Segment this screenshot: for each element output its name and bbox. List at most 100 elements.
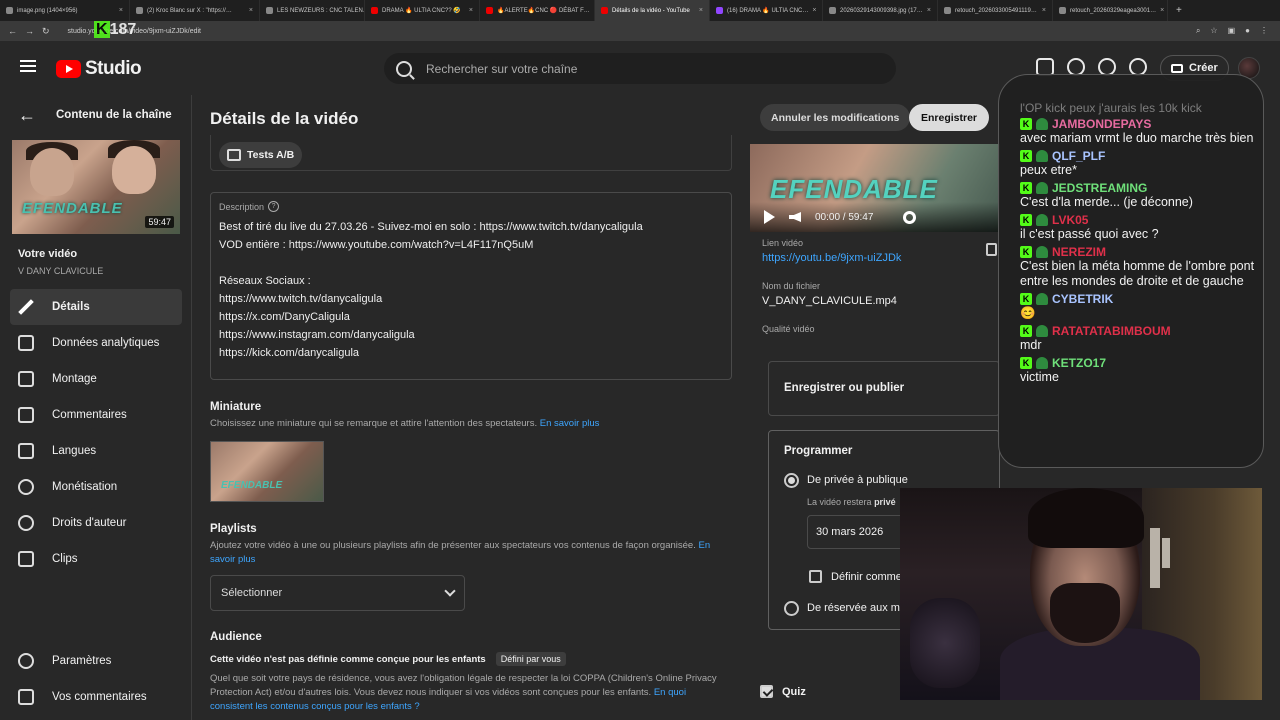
new-tab-icon[interactable]: + xyxy=(1168,5,1190,16)
volume-icon[interactable] xyxy=(789,212,801,222)
browser-tab[interactable]: LES NEWZEURS : CNC TALEN…× xyxy=(260,0,365,21)
audience-status: Cette vidéo n'est pas définie comme conç… xyxy=(210,653,486,665)
sidebar-item-dollar[interactable]: Monétisation xyxy=(10,469,182,505)
browser-tab[interactable]: retouch_2026033005491119… × xyxy=(938,0,1053,21)
subscriber-badge-icon xyxy=(1036,324,1048,337)
playlists-section-sub: Ajoutez votre vidéo à une ou plusieurs p… xyxy=(210,539,730,567)
sidebar-item-editor[interactable]: Montage xyxy=(10,361,182,397)
close-tab-icon[interactable]: × xyxy=(699,7,703,14)
menu-icon[interactable]: ⋮ xyxy=(1260,26,1268,36)
playlist-dropdown[interactable]: Sélectionner xyxy=(210,575,465,611)
browser-tab[interactable]: Détails de la vidéo - YouTube × xyxy=(595,0,710,21)
kick-badge-icon: K xyxy=(1020,324,1032,337)
create-label: Créer xyxy=(1189,62,1218,74)
close-tab-icon[interactable]: × xyxy=(119,7,123,14)
reload-icon[interactable]: ↻ xyxy=(42,26,50,37)
browser-tab[interactable]: retouch_20260329eagea3001… × xyxy=(1053,0,1168,21)
youtube-play-icon xyxy=(56,60,81,78)
back-to-channel-content[interactable]: ← Contenu de la chaîne xyxy=(18,105,172,125)
kick-badge-icon: K xyxy=(1020,356,1032,369)
sidebar-item-scissors[interactable]: Clips xyxy=(10,541,182,577)
yt-favicon-icon xyxy=(601,7,608,14)
quiz-option[interactable]: Quiz xyxy=(760,685,806,698)
player-settings-icon[interactable] xyxy=(903,210,917,224)
close-tab-icon[interactable]: × xyxy=(469,7,473,14)
chat-text: 😊 xyxy=(1020,306,1036,320)
browser-tab[interactable]: 20260329143009398.jpg (17… × xyxy=(823,0,938,21)
browser-tab[interactable]: 🔥ALERTE🔥CNC 🔴 DÉBAT F…× xyxy=(480,0,595,21)
quiz-label: Quiz xyxy=(782,685,806,698)
quiz-checkbox[interactable] xyxy=(760,685,773,698)
bookmark-star-icon[interactable]: ☆ xyxy=(1210,26,1217,36)
thumbnail-option[interactable]: EFENDABLE xyxy=(210,441,324,502)
description-field[interactable]: Description ? Best of tiré du live du 27… xyxy=(210,192,732,380)
sidebar: ← Contenu de la chaîne EFENDABLE 59:47 V… xyxy=(0,95,192,720)
video-thumbnail[interactable]: EFENDABLE 59:47 xyxy=(12,140,180,234)
close-tab-icon[interactable]: × xyxy=(1042,7,1046,14)
arrow-left-icon: ← xyxy=(18,105,36,125)
sidebar-item-feedback[interactable]: Vos commentaires xyxy=(10,679,182,715)
forward-icon[interactable]: → xyxy=(25,26,34,37)
description-text[interactable]: Best of tiré du live du 27.03.26 - Suive… xyxy=(219,218,723,362)
zoom-icon[interactable]: ⌕ xyxy=(1196,26,1200,36)
private-to-public-radio[interactable] xyxy=(784,473,799,488)
dollar-icon xyxy=(18,479,34,495)
video-link[interactable]: https://youtu.be/9jxm-uiZJDk xyxy=(762,252,901,264)
search-input[interactable] xyxy=(426,61,866,76)
browser-tab[interactable]: (2) Kroc Blanc sur X : "https://… × xyxy=(130,0,260,21)
hamburger-menu-icon[interactable] xyxy=(20,60,36,72)
close-tab-icon[interactable]: × xyxy=(812,7,816,14)
browser-nav-buttons: ← → ↻ xyxy=(0,26,50,37)
profile-icon[interactable]: ● xyxy=(1245,26,1250,36)
kick-watermark: K 187 xyxy=(94,21,137,38)
sidebar-item-subtitles[interactable]: Langues xyxy=(10,433,182,469)
close-tab-icon[interactable]: × xyxy=(249,7,253,14)
browser-tab[interactable]: (16) DRAMA 🔥 ULTIA CNC… × xyxy=(710,0,823,21)
sidebar-item-analytics[interactable]: Données analytiques xyxy=(10,325,182,361)
members-only-radio[interactable] xyxy=(784,601,799,616)
schedule-title: Programmer xyxy=(784,445,853,457)
ab-test-section: Tests A/B xyxy=(210,135,732,171)
video-preview-player[interactable]: EFENDABLE 00:00 / 59:47 xyxy=(750,144,1000,232)
kick-badge-icon: K xyxy=(1020,181,1032,194)
chat-user-row: K JEDSTREAMING xyxy=(1020,180,1260,195)
sidebar-item-copyright[interactable]: Droits d'auteur xyxy=(10,505,182,541)
editor-icon xyxy=(18,371,34,387)
save-or-publish-option[interactable]: Enregistrer ou publier xyxy=(768,361,1000,416)
premiere-checkbox[interactable] xyxy=(809,570,822,583)
close-tab-icon[interactable]: × xyxy=(1160,7,1164,14)
browser-tab[interactable]: image.png (1404×956) × xyxy=(0,0,130,21)
description-line: https://kick.com/danycaligula xyxy=(219,347,360,359)
help-icon[interactable]: ? xyxy=(268,201,280,212)
members-only-label: De réservée aux me xyxy=(807,602,907,614)
extensions-icon[interactable]: ▣ xyxy=(1228,26,1236,36)
learn-more-link[interactable]: En savoir plus xyxy=(540,418,600,429)
sidebar-item-pencil[interactable]: Détails xyxy=(10,289,182,325)
chat-message: K JAMBONDEPAYS avec mariam vrmt le duo mar… xyxy=(1020,116,1260,146)
channel-search[interactable] xyxy=(384,53,896,84)
back-icon[interactable]: ← xyxy=(8,26,17,37)
audience-status-row: Cette vidéo n'est pas définie comme conç… xyxy=(210,652,566,666)
premiere-label: Définir comme xyxy=(831,571,902,583)
copy-icon[interactable] xyxy=(986,243,997,256)
sidebar-item-gear[interactable]: Paramètres xyxy=(10,643,182,679)
image-favicon-icon xyxy=(829,7,836,14)
save-button[interactable]: Enregistrer xyxy=(909,104,990,131)
sidebar-bottom-nav: Paramètres Vos commentaires xyxy=(10,643,182,715)
chat-user-row: K QLF_PLF xyxy=(1020,148,1260,163)
tab-title: (2) Kroc Blanc sur X : "https://… xyxy=(147,7,232,14)
chat-username: RATATATABIMBOUM xyxy=(1052,323,1171,338)
video-quality-label: Qualité vidéo xyxy=(762,324,815,334)
playlists-section-title: Playlists xyxy=(210,523,257,535)
thumbnail-sub-text: Choisissez une miniature qui se remarque… xyxy=(210,418,538,429)
youtube-studio-logo[interactable]: Studio xyxy=(56,58,142,80)
play-icon[interactable] xyxy=(764,210,775,224)
ab-test-button[interactable]: Tests A/B xyxy=(219,142,303,168)
close-tab-icon[interactable]: × xyxy=(927,7,931,14)
browser-tab[interactable]: DRAMA 🔥 ULTIA CNC?? 🤣 × xyxy=(365,0,480,21)
microphone-shape xyxy=(910,598,980,688)
cancel-changes-button[interactable]: Annuler les modifications xyxy=(760,104,911,131)
subscriber-badge-icon xyxy=(1036,117,1048,130)
sidebar-item-comments[interactable]: Commentaires xyxy=(10,397,182,433)
tab-title: LES NEWZEURS : CNC TALEN… xyxy=(277,7,365,14)
